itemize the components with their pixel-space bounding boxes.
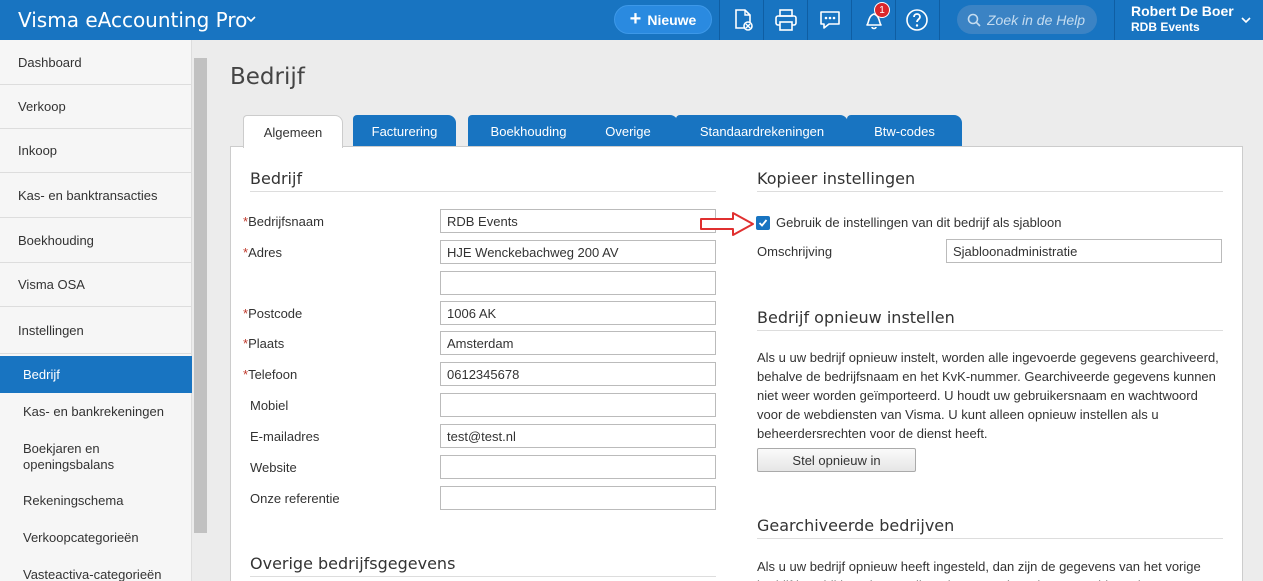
sidebar-scrollbar-thumb[interactable] — [194, 58, 207, 533]
divider — [851, 0, 852, 40]
red-arrow-icon — [700, 212, 754, 236]
tab-boekhouding[interactable]: Boekhouding — [468, 115, 589, 147]
postcode-label: *Postcode — [243, 306, 303, 321]
divider — [250, 576, 716, 577]
company-name-field[interactable] — [440, 209, 716, 233]
sidebar-subitem-vasteactiva[interactable]: Vasteactiva-categorieën — [0, 556, 192, 581]
sidebar-item-instellingen[interactable]: Instellingen — [0, 307, 192, 354]
divider — [1114, 0, 1115, 40]
description-field[interactable] — [946, 239, 1222, 263]
tab-algemeen[interactable]: Algemeen — [243, 115, 343, 148]
new-button-label: Nieuwe — [647, 11, 697, 28]
website-label: Website — [250, 460, 297, 475]
divider — [895, 0, 896, 40]
page-title: Bedrijf — [230, 64, 305, 90]
template-checkbox-label[interactable]: Gebruik de instellingen van dit bedrijf … — [776, 215, 1061, 230]
divider — [939, 0, 940, 40]
description-label: Omschrijving — [757, 244, 833, 259]
mobile-label: Mobiel — [250, 398, 289, 413]
chevron-down-icon[interactable] — [244, 12, 258, 26]
app-title[interactable]: Visma eAccounting Pro — [18, 8, 247, 32]
other-company-section-title: Overige bedrijfsgegevens — [250, 554, 456, 573]
sidebar-subitem-kas-bankrekeningen[interactable]: Kas- en bankrekeningen — [0, 393, 192, 429]
reference-label: Onze referentie — [250, 491, 340, 506]
address-field[interactable] — [440, 240, 716, 264]
email-field[interactable] — [440, 424, 716, 448]
archived-description: Als u uw bedrijf opnieuw heeft ingesteld… — [757, 559, 1201, 581]
template-checkbox[interactable] — [756, 216, 770, 230]
sidebar-subitem-bedrijf[interactable]: Bedrijf — [0, 356, 192, 393]
tab-standaardrekeningen[interactable]: Standaardrekeningen — [676, 115, 848, 147]
tab-overige[interactable]: Overige — [578, 115, 678, 147]
divider — [250, 191, 716, 192]
tab-btw-codes[interactable]: Btw-codes — [847, 115, 962, 147]
sidebar: Dashboard Verkoop Inkoop Kas- en banktra… — [0, 40, 192, 581]
city-field[interactable] — [440, 331, 716, 355]
sidebar-item-dashboard[interactable]: Dashboard — [0, 41, 192, 85]
website-field[interactable] — [440, 455, 716, 479]
sidebar-item-inkoop[interactable]: Inkoop — [0, 129, 192, 173]
notification-badge: 1 — [874, 2, 890, 18]
chat-icon[interactable] — [815, 5, 845, 35]
copy-settings-section-title: Kopieer instellingen — [757, 169, 916, 188]
reset-description: Als u uw bedrijf opnieuw instelt, worden… — [757, 350, 1219, 441]
city-label: *Plaats — [243, 336, 285, 351]
document-search-icon[interactable] — [728, 5, 758, 35]
name-label: *Bedrijfsnaam — [243, 214, 324, 229]
mobile-field[interactable] — [440, 393, 716, 417]
help-icon[interactable] — [902, 5, 932, 35]
archived-section-title: Gearchiveerde bedrijven — [757, 516, 955, 535]
reference-field[interactable] — [440, 486, 716, 510]
user-org: RDB Events — [1131, 20, 1200, 34]
help-search-input[interactable] — [987, 11, 1097, 28]
divider — [763, 0, 764, 40]
divider — [807, 0, 808, 40]
user-menu[interactable]: Robert De Boer RDB Events — [1131, 3, 1234, 34]
phone-field[interactable] — [440, 362, 716, 386]
sidebar-item-boekhouding[interactable]: Boekhouding — [0, 218, 192, 263]
plus-icon: + — [629, 7, 642, 30]
sidebar-subitem-verkoopcategorieen[interactable]: Verkoopcategorieën — [0, 519, 192, 555]
address-label: *Adres — [243, 245, 283, 260]
sidebar-subitem-boekjaren[interactable]: Boekjaren en openingsbalans — [0, 436, 130, 478]
phone-label: *Telefoon — [243, 367, 298, 382]
reset-button[interactable]: Stel opnieuw in — [757, 448, 916, 472]
sidebar-item-kas-banktransacties[interactable]: Kas- en banktransacties — [0, 173, 192, 218]
divider — [757, 538, 1223, 539]
postcode-field[interactable] — [440, 301, 716, 325]
company-section-title: Bedrijf — [250, 169, 303, 188]
sidebar-subitem-rekeningschema[interactable]: Rekeningschema — [0, 482, 192, 518]
user-name: Robert De Boer — [1131, 3, 1234, 19]
address-line2-field[interactable] — [440, 271, 716, 295]
reset-section-title: Bedrijf opnieuw instellen — [757, 308, 955, 327]
search-icon — [967, 13, 981, 27]
divider — [757, 191, 1223, 192]
email-label: E-mailadres — [250, 429, 320, 444]
divider — [757, 330, 1223, 331]
new-button[interactable]: + Nieuwe — [614, 5, 712, 34]
tab-facturering[interactable]: Facturering — [353, 115, 456, 147]
sidebar-item-visma-osa[interactable]: Visma OSA — [0, 263, 192, 307]
divider — [719, 0, 720, 40]
checkmark-icon — [758, 219, 768, 227]
sidebar-item-verkoop[interactable]: Verkoop — [0, 85, 192, 129]
top-bar: Visma eAccounting Pro + Nieuwe 1 Robert … — [0, 0, 1263, 40]
print-icon[interactable] — [771, 5, 801, 35]
chevron-down-icon[interactable] — [1240, 14, 1252, 26]
help-search[interactable] — [957, 5, 1097, 34]
